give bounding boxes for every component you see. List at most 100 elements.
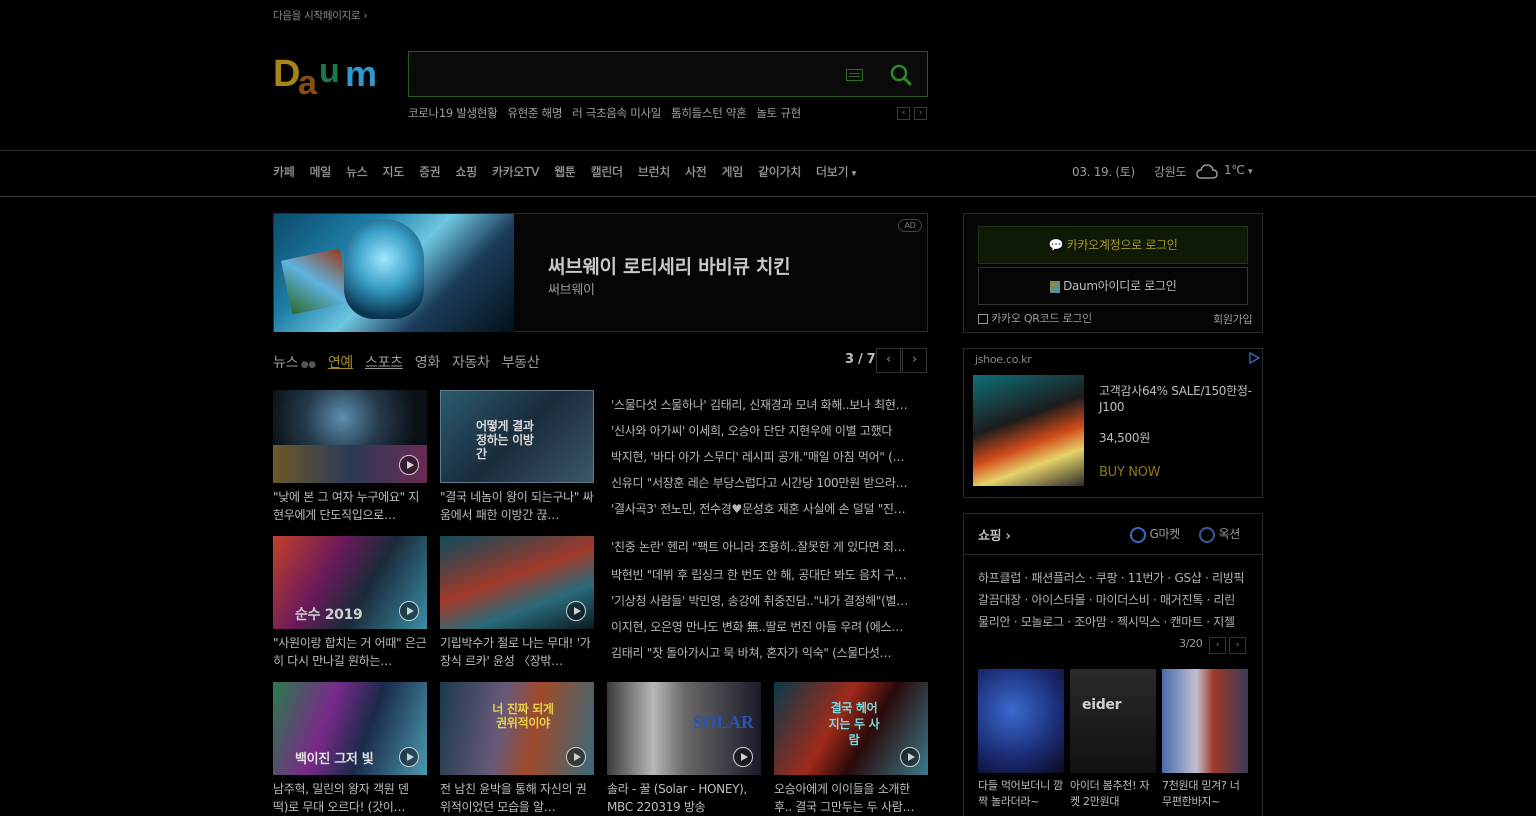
product-thumbnail[interactable] <box>978 669 1064 773</box>
nav-stock[interactable]: 증권 <box>419 163 441 183</box>
nav-brunch[interactable]: 브런치 <box>638 163 671 183</box>
news-caption[interactable]: 오승아에게 이이들을 소개한 후.. 결국 그만두는 두 사람… <box>774 780 928 816</box>
issue-item[interactable]: 놀토 규현 <box>756 105 801 123</box>
tab-movie[interactable]: 영화 <box>415 352 440 372</box>
news-next-button[interactable]: › <box>902 348 927 373</box>
set-start-page-link[interactable]: 다음을 시작페이지로 › <box>273 8 368 23</box>
weather-region[interactable]: 강원도 <box>1154 163 1187 180</box>
login-box: 💬 카카오계정으로 로그인 Daum아이디로 로그인 카카오 QR코드 로그인 … <box>963 213 1263 333</box>
news-thumbnail[interactable]: 순수 2019 <box>273 536 427 629</box>
nav-kakaotv[interactable]: 카카오TV <box>492 163 539 183</box>
daum-login-button[interactable]: Daum아이디로 로그인 <box>978 267 1248 305</box>
news-headline[interactable]: 박현빈 "데뷔 후 립싱크 한 번도 안 해, 공대단 봐도 음치 구… <box>611 566 928 583</box>
nav-mail[interactable]: 메일 <box>309 163 331 183</box>
gmarket-icon <box>1130 526 1146 543</box>
daum-d-icon <box>1049 280 1060 293</box>
news-caption[interactable]: "결국 네놈이 왕이 되는구나" 싸움에서 패한 이방간 끊… <box>440 488 594 524</box>
daum-logo[interactable]: D a u m <box>273 50 391 100</box>
keyboard-icon[interactable] <box>846 69 863 81</box>
buy-now-button[interactable]: BUY NOW <box>1099 465 1161 480</box>
nav-game[interactable]: 게임 <box>722 163 744 183</box>
news-caption[interactable]: 전 남친 윤박을 통해 자신의 권위적이었던 모습을 알… <box>440 780 594 816</box>
product-thumbnail[interactable] <box>1162 669 1248 773</box>
shopping-next-button[interactable]: › <box>1229 637 1246 654</box>
play-icon <box>900 747 920 767</box>
tab-sports[interactable]: 스포츠 <box>365 352 403 372</box>
shopping-prev-button[interactable]: ‹ <box>1209 637 1226 654</box>
news-thumbnail[interactable] <box>273 390 427 483</box>
ad-image <box>274 214 514 332</box>
search-input[interactable] <box>421 62 821 86</box>
news-headline[interactable]: '신사와 아가씨' 이세희, 오승아 단단 지현우에 이별 고했다 <box>611 422 928 439</box>
news-headline[interactable]: '결사곡3' 전노민, 전수경♥문성호 재혼 사실에 손 덜덜 "진… <box>611 500 928 517</box>
news-caption[interactable]: "낮에 본 그 여자 누구에요" 지현우에게 단도직입으로… <box>273 488 427 524</box>
product-thumbnail[interactable]: eider <box>1070 669 1156 773</box>
auction-link[interactable]: 옥션 <box>1199 525 1240 543</box>
daum-login-label: Daum아이디로 로그인 <box>1063 279 1177 293</box>
news-thumbnail[interactable]: 어떻게 결과 정하는 이방간 <box>440 390 594 483</box>
chevron-down-icon: ▾ <box>1248 167 1253 177</box>
nav-cafe[interactable]: 카페 <box>273 163 295 183</box>
product-caption[interactable]: 아이더 봄추천! 자켓 2만원대 <box>1070 778 1156 810</box>
nav-map[interactable]: 지도 <box>382 163 404 183</box>
nav-shopping[interactable]: 쇼핑 <box>455 163 477 183</box>
issue-next-button[interactable]: › <box>914 107 927 120</box>
service-nav: 카페 메일 뉴스 지도 증권 쇼핑 카카오TV 웹툰 캘린더 브런치 사전 게임… <box>273 163 856 183</box>
nav-dictionary[interactable]: 사전 <box>685 163 707 183</box>
news-thumbnail[interactable]: 백이진 그저 빛 <box>273 682 427 775</box>
search-icon[interactable] <box>887 61 915 89</box>
nav-more[interactable]: 더보기 ▾ <box>816 163 856 183</box>
news-headline[interactable]: 박지현, '바다 아가 스무디' 레시피 공개."매일 아침 먹어" (… <box>611 448 928 465</box>
tab-news[interactable]: 뉴스 ●● <box>273 352 316 372</box>
ad-banner[interactable]: 써브웨이 로티세리 바비큐 치킨 써브웨이 AD <box>273 213 928 332</box>
mall-links-row[interactable]: 하프클럽 · 패션플러스 · 쿠팡 · 11번가 · GS샵 · 리빙픽 <box>978 567 1253 589</box>
news-headline[interactable]: 신유디 "서장훈 레슨 부당스럽다고 시간당 100만원 받으라… <box>611 474 928 491</box>
mall-links-row[interactable]: 갈끔대장 · 아이스타몰 · 마이더스비 · 매거진톡 · 리린 <box>978 589 1253 611</box>
shopping-mall-links: 하프클럽 · 패션플러스 · 쿠팡 · 11번가 · GS샵 · 리빙픽 갈끔대… <box>978 567 1253 633</box>
news-headline[interactable]: 이지현, 오은영 만나도 변화 無..딸로 번진 아들 우려 (에스… <box>611 618 928 635</box>
news-prev-button[interactable]: ‹ <box>876 348 901 373</box>
news-headline[interactable]: 김태리 "잣 돌아가시고 묵 바쳐, 혼자가 익숙" (스물다섯… <box>611 644 928 661</box>
tab-entertainment[interactable]: 연예 <box>328 352 353 372</box>
news-thumbnail[interactable]: SOLAR <box>607 682 761 775</box>
nav-calendar[interactable]: 캘린더 <box>591 163 624 183</box>
issue-item[interactable]: 러 극초음속 미사일 <box>572 105 661 123</box>
product-caption[interactable]: 7천원대 믿겨? 너무편한바지~ <box>1162 778 1248 810</box>
news-headline[interactable]: '친중 논란' 헨리 "팩트 아니라 조용히..잘못한 게 있다면 죄… <box>611 538 928 555</box>
qr-login-link[interactable]: 카카오 QR코드 로그인 <box>978 310 1092 326</box>
gmarket-link[interactable]: G마켓 <box>1130 525 1180 543</box>
news-headline[interactable]: '스물다섯 스물하나' 김태리, 신재경과 모녀 화해..보나 최현… <box>611 396 928 413</box>
play-icon <box>399 455 419 475</box>
tab-car[interactable]: 자동차 <box>452 352 490 372</box>
news-caption[interactable]: "사원이랑 합치는 거 어때" 은근히 다시 만나길 원하는… <box>273 634 427 670</box>
news-caption[interactable]: 남주혁, 밀린의 왕자 객원 덴 떡)로 무대 오르다! (갓이… <box>273 780 427 816</box>
issue-item[interactable]: 코로나19 발생현황 <box>408 105 498 123</box>
search-box[interactable] <box>408 51 928 97</box>
issue-item[interactable]: 유현준 해명 <box>507 105 562 123</box>
nav-webtoon[interactable]: 웹툰 <box>554 163 576 183</box>
news-caption[interactable]: 솔라 - 꿀 (Solar - HONEY), MBC 220319 방송 <box>607 780 761 816</box>
news-thumbnail[interactable]: 결국 헤어지는 두 사람 <box>774 682 928 775</box>
shopping-page-indicator: 3/20 <box>1179 637 1203 650</box>
nav-more-label: 더보기 <box>815 165 849 179</box>
qr-code-icon <box>978 314 988 324</box>
nav-news[interactable]: 뉴스 <box>346 163 368 183</box>
signup-link[interactable]: 회원가입 <box>1213 311 1253 327</box>
shopping-title[interactable]: 쇼핑 › <box>978 525 1011 544</box>
news-headline[interactable]: '기상청 사람들' 박민영, 송강에 취중진담.."내가 결정해"(별… <box>611 592 928 609</box>
issue-item[interactable]: 톰히들스턴 약혼 <box>671 105 747 123</box>
news-caption[interactable]: 기립박수가 절로 나는 무대! '가장식 르카' 윤성 〈장밖… <box>440 634 594 670</box>
mall-links-row[interactable]: 물리안 · 모놀로그 · 조아맘 · 젝시믹스 · 캔마트 · 지젤 <box>978 611 1253 633</box>
product-caption[interactable]: 다들 먹어보더니 깜짝 놀라더라~ <box>978 778 1064 810</box>
tab-realestate[interactable]: 부동산 <box>502 352 540 372</box>
ad-choices-icon[interactable] <box>1248 352 1260 364</box>
shopping-ad[interactable]: jshoe.co.kr 고객감사64% SALE/150한정-J100 34,5… <box>963 348 1263 498</box>
kakao-login-button[interactable]: 💬 카카오계정으로 로그인 <box>978 226 1248 264</box>
nav-together[interactable]: 같이가치 <box>758 163 801 183</box>
thumbnail-caption: SOLAR <box>693 712 754 732</box>
issue-prev-button[interactable]: ‹ <box>897 107 910 120</box>
news-thumbnail[interactable] <box>440 536 594 629</box>
temperature[interactable]: 1℃ ▾ <box>1224 163 1253 177</box>
svg-text:a: a <box>298 64 318 100</box>
news-thumbnail[interactable]: 너 진짜 되게 권위적이야 <box>440 682 594 775</box>
